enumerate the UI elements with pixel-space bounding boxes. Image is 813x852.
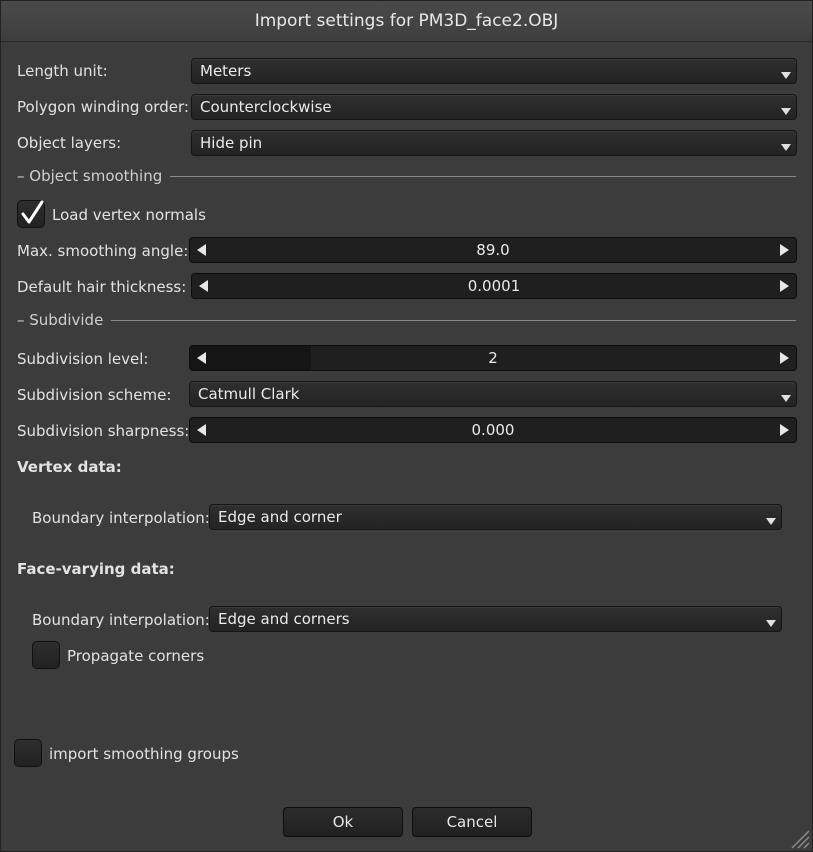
max-smoothing-angle-spinner[interactable]: 89.0	[189, 237, 797, 263]
hair-thickness-spinner[interactable]: 0.0001	[191, 273, 797, 299]
face-varying-boundary-dropdown[interactable]: Edge and corners	[209, 606, 782, 632]
section-divider	[170, 175, 796, 177]
subdivision-scheme-value: Catmull Clark	[198, 385, 300, 403]
chevron-down-icon	[781, 395, 791, 402]
hair-thickness-label: Default hair thickness:	[17, 278, 187, 296]
max-smoothing-angle-value: 89.0	[476, 241, 510, 259]
chevron-down-icon	[781, 72, 791, 79]
face-varying-heading: Face-varying data:	[17, 560, 175, 578]
vertex-boundary-label: Boundary interpolation:	[32, 509, 210, 527]
winding-order-label: Polygon winding order:	[17, 98, 189, 116]
length-unit-dropdown[interactable]: Meters	[191, 58, 797, 84]
chevron-down-icon	[766, 518, 776, 525]
object-smoothing-section: – Object smoothing	[17, 166, 796, 186]
arrow-right-icon[interactable]	[780, 244, 789, 256]
subdivision-sharpness-spinner[interactable]: 0.000	[189, 417, 797, 443]
subdivision-level-spinner[interactable]: 2	[189, 345, 797, 371]
winding-order-dropdown[interactable]: Counterclockwise	[191, 94, 797, 120]
max-smoothing-angle-label: Max. smoothing angle:	[17, 242, 189, 260]
dialog-title: Import settings for PM3D_face2.OBJ	[1, 1, 812, 42]
subdivision-sharpness-label: Subdivision sharpness:	[17, 422, 190, 440]
arrow-right-icon[interactable]	[780, 424, 789, 436]
import-smoothing-groups-label: import smoothing groups	[49, 745, 239, 763]
chevron-down-icon	[766, 620, 776, 627]
section-divider	[111, 319, 796, 321]
propagate-corners-checkbox[interactable]	[32, 641, 60, 669]
object-smoothing-title: – Object smoothing	[17, 167, 163, 185]
resize-grip-icon[interactable]	[788, 827, 810, 849]
object-layers-value: Hide pin	[200, 134, 263, 152]
subdivide-section: – Subdivide	[17, 310, 796, 330]
vertex-boundary-dropdown[interactable]: Edge and corner	[209, 504, 782, 530]
ok-button[interactable]: Ok	[283, 807, 403, 837]
import-settings-dialog: Import settings for PM3D_face2.OBJ Lengt…	[0, 0, 813, 852]
object-layers-dropdown[interactable]: Hide pin	[191, 130, 797, 156]
arrow-right-icon[interactable]	[780, 352, 789, 364]
subdivide-title: – Subdivide	[17, 311, 104, 329]
propagate-corners-label: Propagate corners	[67, 647, 205, 665]
object-layers-label: Object layers:	[17, 134, 122, 152]
subdivision-scheme-label: Subdivision scheme:	[17, 386, 172, 404]
winding-order-value: Counterclockwise	[200, 98, 332, 116]
face-varying-boundary-label: Boundary interpolation:	[32, 611, 210, 629]
load-vertex-normals-label: Load vertex normals	[52, 206, 206, 224]
subdivision-scheme-dropdown[interactable]: Catmull Clark	[189, 381, 797, 407]
hair-thickness-value: 0.0001	[467, 277, 521, 295]
chevron-down-icon	[781, 108, 791, 115]
arrow-right-icon[interactable]	[780, 280, 789, 292]
subdivision-level-label: Subdivision level:	[17, 350, 149, 368]
chevron-down-icon	[781, 144, 791, 151]
load-vertex-normals-checkbox[interactable]	[17, 200, 45, 228]
vertex-boundary-value: Edge and corner	[218, 508, 342, 526]
import-smoothing-groups-checkbox[interactable]	[14, 739, 42, 767]
subdivision-level-value: 2	[488, 349, 498, 367]
subdivision-sharpness-value: 0.000	[471, 421, 515, 439]
face-varying-boundary-value: Edge and corners	[218, 610, 350, 628]
cancel-button[interactable]: Cancel	[412, 807, 532, 837]
length-unit-label: Length unit:	[17, 62, 108, 80]
length-unit-value: Meters	[200, 62, 252, 80]
checkmark-icon	[21, 200, 44, 224]
vertex-data-heading: Vertex data:	[17, 458, 122, 476]
